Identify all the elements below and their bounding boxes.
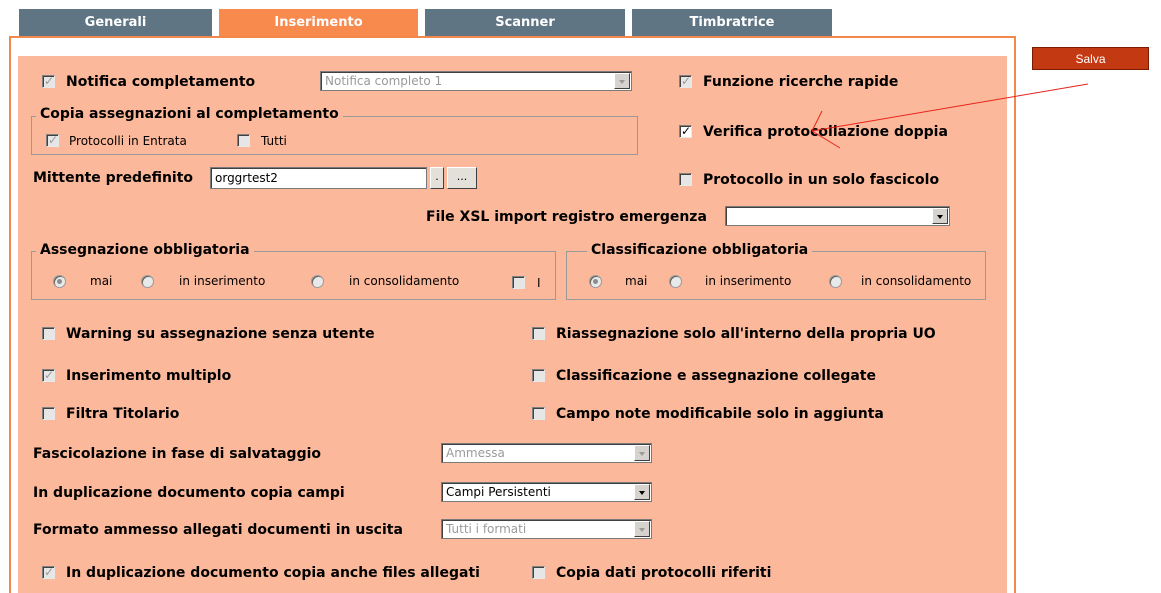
tutti-checkbox[interactable] [237, 134, 250, 147]
chevron-down-icon [614, 73, 630, 89]
filtra-titolario-checkbox[interactable] [42, 407, 55, 420]
mittente-input[interactable]: orggrtest2 [210, 167, 427, 189]
classificazione-inserimento-radio[interactable] [669, 275, 682, 288]
assegnazione-inserimento-radio[interactable] [141, 275, 154, 288]
notifica-select[interactable]: Notifica completo 1 [320, 71, 632, 91]
chevron-down-icon [634, 445, 650, 461]
protocollo-fascicolo-checkbox[interactable] [679, 173, 692, 186]
verifica-protocollazione-checkbox[interactable]: ✓ [679, 124, 692, 138]
classificazione-title: Classificazione obbligatoria [587, 242, 813, 258]
formato-allegati-select-value: Tutti i formati [446, 522, 527, 536]
duplicazione-campi-select[interactable]: Campi Persistenti [441, 482, 652, 502]
check-icon: ✓ [47, 133, 59, 147]
mittente-browse-button[interactable]: ... [447, 167, 477, 189]
formato-allegati-select[interactable]: Tutti i formati [441, 519, 652, 539]
fascicolazione-select-value: Ammessa [446, 446, 505, 460]
filtra-titolario-label: Filtra Titolario [66, 406, 180, 422]
riassegnazione-label: Riassegnazione solo all'interno della pr… [556, 326, 936, 342]
assegnazione-mai-label: mai [90, 274, 113, 288]
verifica-protocollazione-label: Verifica protocollazione doppia [703, 124, 948, 140]
assegnazione-consolidamento-radio[interactable] [311, 275, 324, 288]
duplicazione-files-label: In duplicazione documento copia anche fi… [66, 565, 480, 581]
campo-note-checkbox[interactable] [532, 407, 545, 420]
classificazione-mai-label: mai [625, 274, 648, 288]
assegnazione-title: Assegnazione obbligatoria [36, 242, 254, 258]
classificazione-collegate-checkbox[interactable] [532, 369, 545, 382]
duplicazione-files-checkbox[interactable]: ✓ [42, 565, 55, 579]
file-xsl-label: File XSL import registro emergenza [426, 209, 707, 225]
campo-note-label: Campo note modificabile solo in aggiunta [556, 406, 884, 422]
assegnazione-mai-radio[interactable] [53, 275, 66, 288]
file-xsl-select[interactable] [725, 206, 950, 226]
tab-scanner[interactable]: Scanner [425, 9, 625, 36]
check-icon: ✓ [43, 368, 55, 382]
formato-allegati-label: Formato ammesso allegati documenti in us… [33, 522, 403, 538]
protocolli-entrata-label: Protocolli in Entrata [69, 134, 187, 148]
chevron-down-icon [634, 521, 650, 537]
funzione-ricerche-checkbox[interactable]: ✓ [679, 74, 692, 88]
notifica-label: Notifica completamento [66, 74, 256, 90]
inserimento-multiplo-label: Inserimento multiplo [66, 368, 232, 384]
warning-assegnazione-label: Warning su assegnazione senza utente [66, 326, 375, 342]
assegnazione-consolidamento-label: in consolidamento [349, 274, 460, 288]
radio-dot-icon [593, 279, 598, 284]
chevron-down-icon [634, 484, 650, 500]
copia-dati-checkbox[interactable] [532, 566, 545, 579]
classificazione-mai-radio[interactable] [589, 275, 602, 288]
check-icon: ✓ [680, 74, 692, 88]
classificazione-collegate-label: Classificazione e assegnazione collegate [556, 368, 876, 384]
warning-assegnazione-checkbox[interactable] [42, 327, 55, 340]
radio-dot-icon [57, 279, 62, 284]
assegnazione-extra-checkbox[interactable] [512, 276, 525, 289]
tutti-label: Tutti [261, 134, 287, 148]
protocolli-entrata-checkbox[interactable]: ✓ [46, 133, 59, 147]
tab-timbratrice[interactable]: Timbratrice [632, 9, 832, 36]
duplicazione-campi-label: In duplicazione documento copia campi [33, 485, 345, 501]
assegnazione-extra-label: I [537, 276, 541, 290]
chevron-down-icon [932, 208, 948, 224]
fascicolazione-select[interactable]: Ammessa [441, 443, 652, 463]
classificazione-consolidamento-label: in consolidamento [861, 274, 972, 288]
protocollo-fascicolo-label: Protocollo in un solo fascicolo [703, 172, 940, 188]
copia-dati-label: Copia dati protocolli riferiti [556, 565, 772, 581]
mittente-label: Mittente predefinito [33, 170, 194, 186]
check-icon: ✓ [43, 565, 55, 579]
notifica-select-value: Notifica completo 1 [325, 74, 443, 88]
save-button[interactable]: Salva [1032, 47, 1149, 70]
check-icon: ✓ [680, 124, 692, 138]
mittente-clear-button[interactable]: . [430, 167, 444, 189]
tab-generali[interactable]: Generali [19, 9, 212, 36]
check-icon: ✓ [43, 74, 55, 88]
notifica-checkbox[interactable]: ✓ [42, 74, 55, 88]
funzione-ricerche-label: Funzione ricerche rapide [703, 74, 899, 90]
copia-assegnazioni-title: Copia assegnazioni al completamento [36, 106, 343, 122]
classificazione-inserimento-label: in inserimento [705, 274, 792, 288]
inserimento-multiplo-checkbox[interactable]: ✓ [42, 368, 55, 382]
fascicolazione-label: Fascicolazione in fase di salvataggio [33, 446, 322, 462]
assegnazione-inserimento-label: in inserimento [179, 274, 266, 288]
tab-inserimento[interactable]: Inserimento [219, 9, 418, 36]
riassegnazione-checkbox[interactable] [532, 327, 545, 340]
duplicazione-campi-select-value: Campi Persistenti [446, 485, 551, 499]
classificazione-consolidamento-radio[interactable] [829, 275, 842, 288]
